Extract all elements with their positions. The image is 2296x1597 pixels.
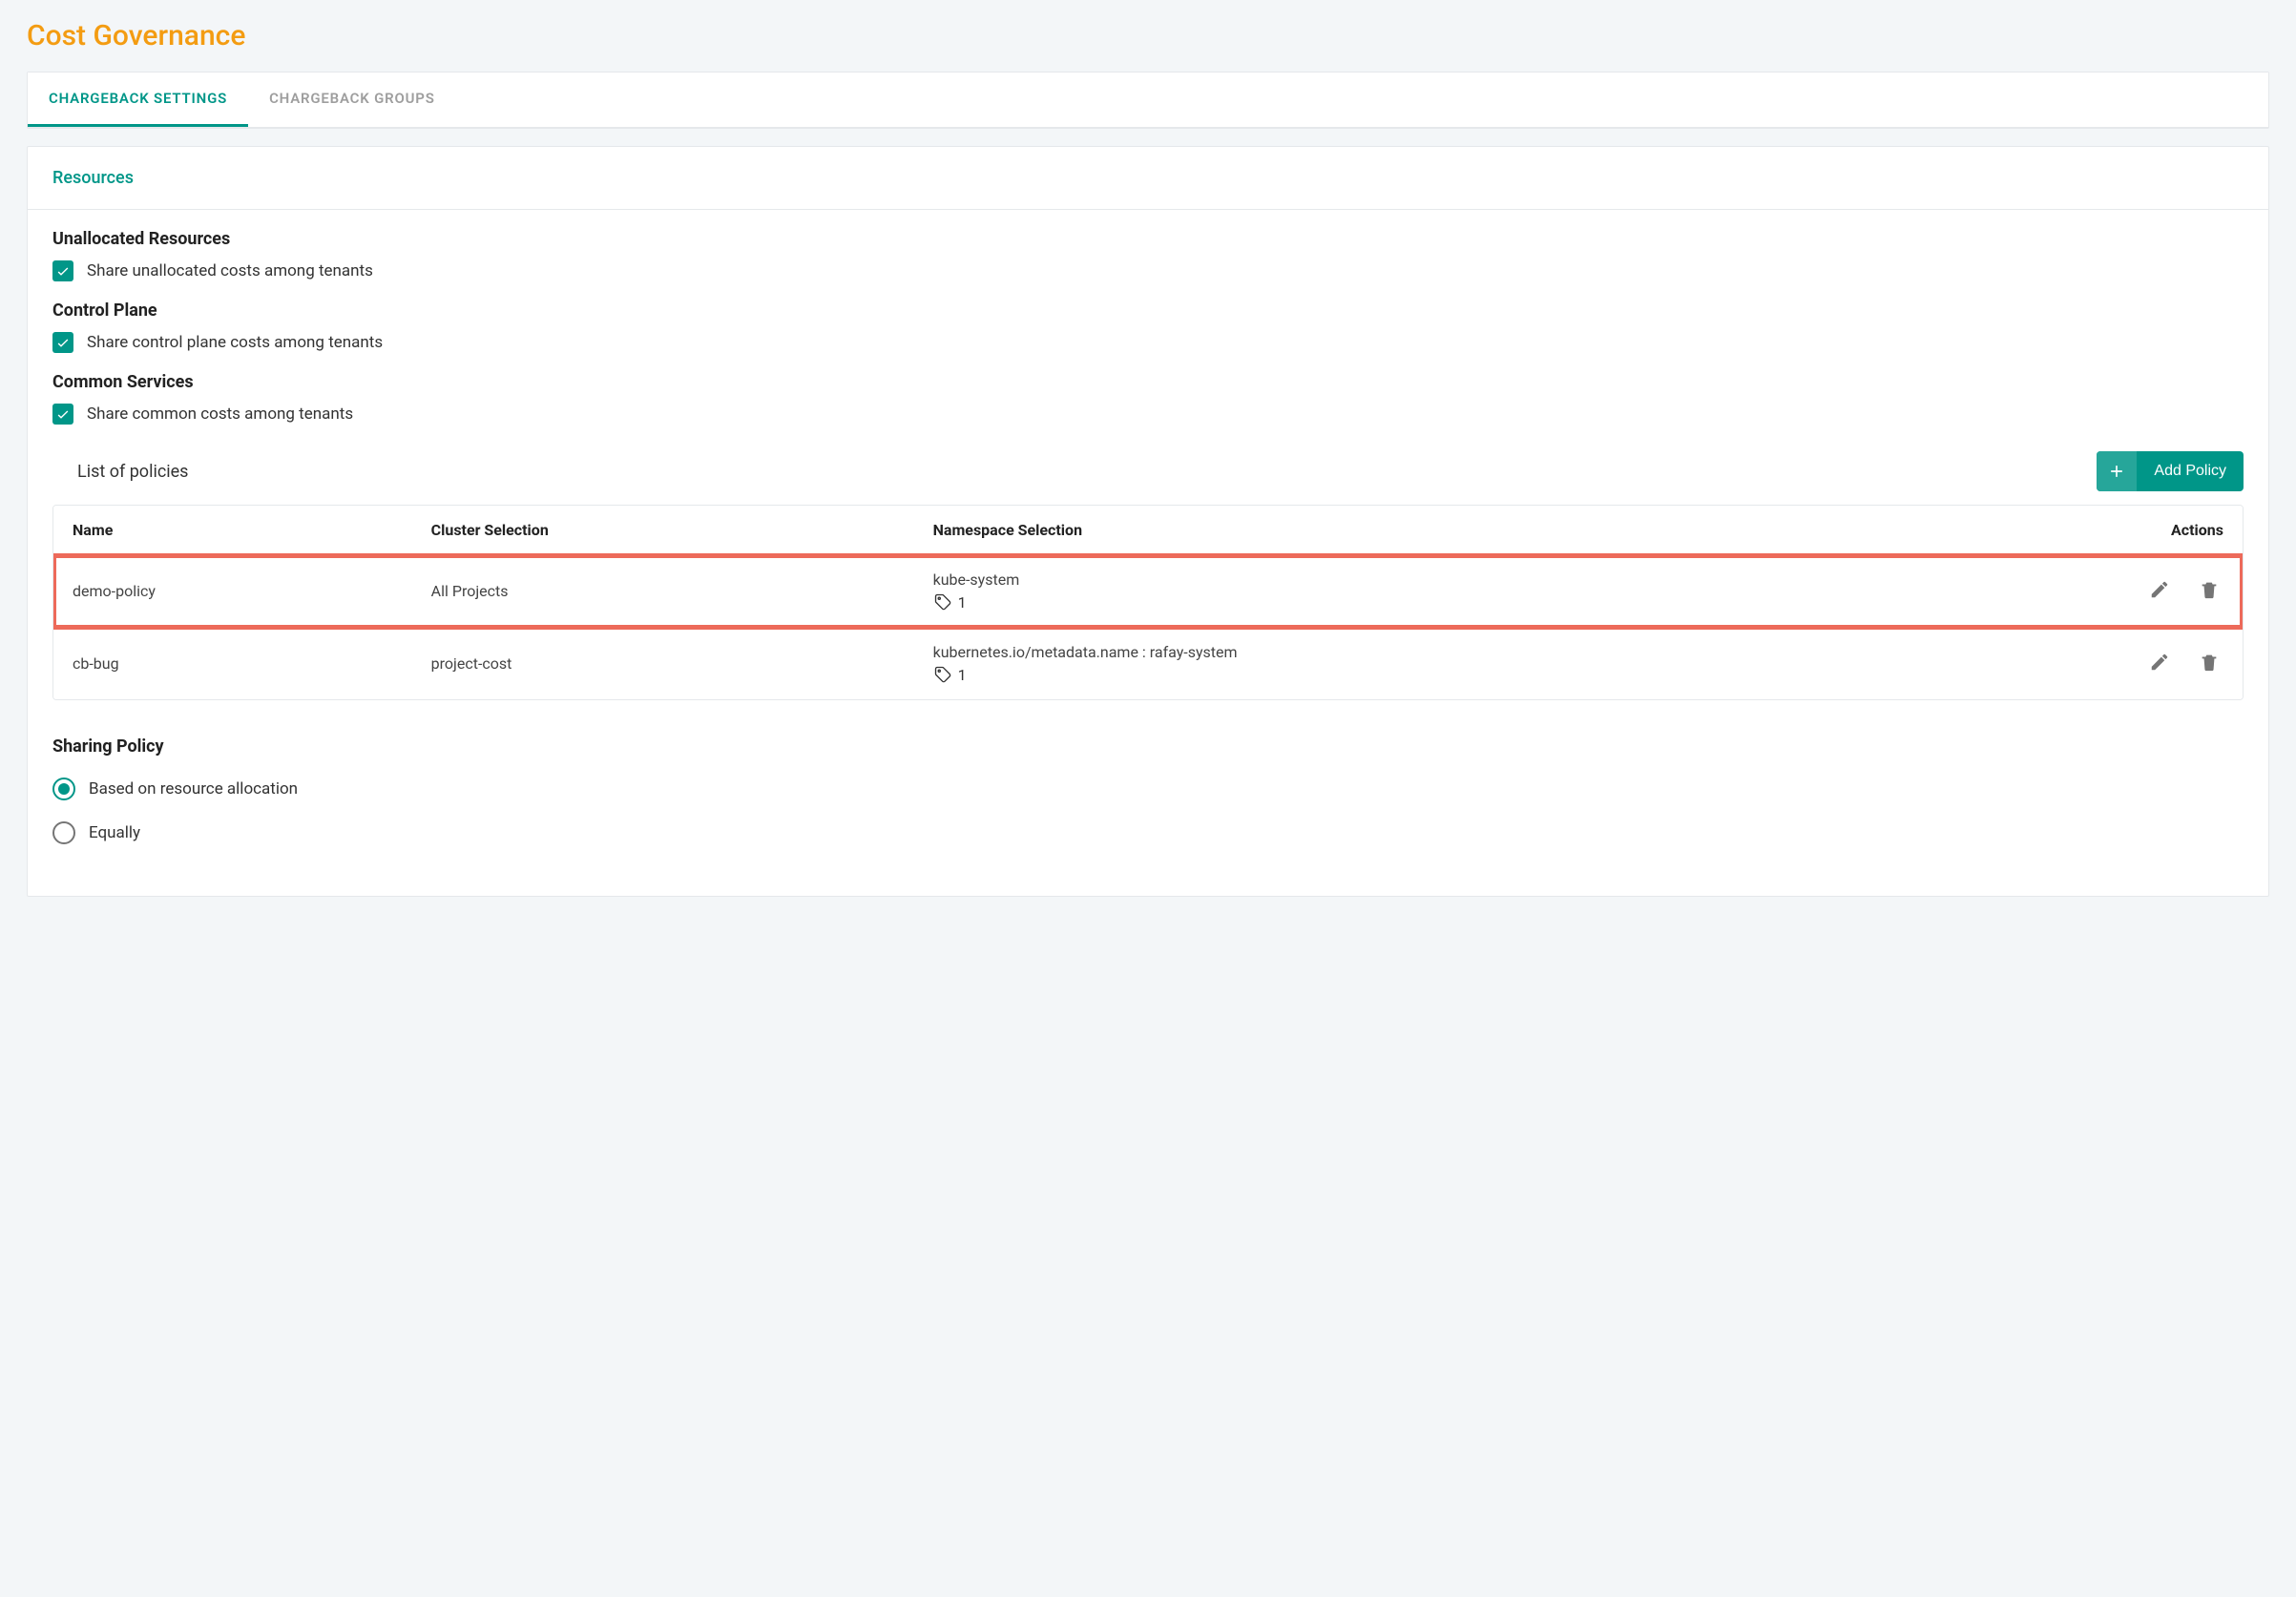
col-actions: Actions	[2009, 521, 2223, 539]
row-name: cb-bug	[73, 654, 431, 673]
col-namespace: Namespace Selection	[933, 521, 2009, 539]
row-cluster: All Projects	[431, 582, 933, 600]
radio-input[interactable]	[52, 821, 75, 844]
sharing-policy-title: Sharing Policy	[52, 736, 2244, 757]
radio-input[interactable]	[52, 778, 75, 800]
check-icon	[55, 406, 71, 422]
namespace-text: kubernetes.io/metadata.name : rafay-syst…	[933, 643, 2009, 661]
policies-title: List of policies	[77, 462, 188, 482]
tag-count: 1	[958, 666, 967, 684]
control-plane-checkbox[interactable]	[52, 332, 73, 353]
control-plane-label: Share control plane costs among tenants	[87, 333, 383, 352]
table-row: cb-bug project-cost kubernetes.io/metada…	[53, 628, 2243, 699]
common-services-title: Common Services	[52, 372, 2244, 392]
table-header-row: Name Cluster Selection Namespace Selecti…	[53, 506, 2243, 555]
row-actions	[2009, 648, 2223, 679]
namespace-tag: 1	[933, 592, 2009, 612]
control-plane-group: Control Plane Share control plane costs …	[52, 301, 2244, 353]
check-icon	[55, 263, 71, 279]
radio-equally[interactable]: Equally	[52, 821, 2244, 844]
edit-button[interactable]	[2145, 648, 2174, 679]
trash-icon	[2199, 652, 2220, 673]
row-name: demo-policy	[73, 582, 431, 600]
trash-icon	[2199, 579, 2220, 600]
row-cluster: project-cost	[431, 654, 933, 673]
row-actions	[2009, 575, 2223, 607]
tag-icon	[933, 592, 952, 612]
add-policy-button[interactable]: Add Policy	[2097, 451, 2244, 491]
page-title: Cost Governance	[27, 19, 2269, 52]
row-namespace: kubernetes.io/metadata.name : rafay-syst…	[933, 643, 2009, 684]
table-row: demo-policy All Projects kube-system 1	[53, 555, 2243, 628]
tag-count: 1	[958, 593, 967, 612]
col-cluster: Cluster Selection	[431, 521, 933, 539]
unallocated-label: Share unallocated costs among tenants	[87, 261, 373, 280]
add-policy-label: Add Policy	[2137, 451, 2244, 491]
delete-button[interactable]	[2195, 575, 2223, 607]
sharing-policy-group: Sharing Policy Based on resource allocat…	[52, 736, 2244, 844]
tabs: CHARGEBACK SETTINGS CHARGEBACK GROUPS	[28, 73, 2268, 128]
plus-icon	[2097, 451, 2137, 491]
pencil-icon	[2149, 652, 2170, 673]
unallocated-title: Unallocated Resources	[52, 229, 2244, 249]
policy-table: Name Cluster Selection Namespace Selecti…	[52, 505, 2244, 700]
common-services-group: Common Services Share common costs among…	[52, 372, 2244, 425]
radio-label: Based on resource allocation	[89, 779, 298, 798]
edit-button[interactable]	[2145, 575, 2174, 607]
col-name: Name	[73, 521, 431, 539]
resources-header: Resources	[28, 147, 2268, 210]
tab-chargeback-settings[interactable]: CHARGEBACK SETTINGS	[28, 73, 248, 127]
common-services-checkbox[interactable]	[52, 404, 73, 425]
namespace-tag: 1	[933, 665, 2009, 684]
row-namespace: kube-system 1	[933, 570, 2009, 612]
control-plane-title: Control Plane	[52, 301, 2244, 321]
pencil-icon	[2149, 579, 2170, 600]
radio-resource-allocation[interactable]: Based on resource allocation	[52, 778, 2244, 800]
tabs-card: CHARGEBACK SETTINGS CHARGEBACK GROUPS	[27, 72, 2269, 129]
common-services-label: Share common costs among tenants	[87, 404, 353, 424]
resources-panel: Resources Unallocated Resources Share un…	[27, 146, 2269, 897]
unallocated-checkbox[interactable]	[52, 260, 73, 281]
delete-button[interactable]	[2195, 648, 2223, 679]
check-icon	[55, 335, 71, 350]
tab-chargeback-groups[interactable]: CHARGEBACK GROUPS	[248, 73, 456, 127]
namespace-text: kube-system	[933, 570, 2009, 589]
tag-icon	[933, 665, 952, 684]
unallocated-group: Unallocated Resources Share unallocated …	[52, 229, 2244, 281]
radio-label: Equally	[89, 823, 140, 842]
